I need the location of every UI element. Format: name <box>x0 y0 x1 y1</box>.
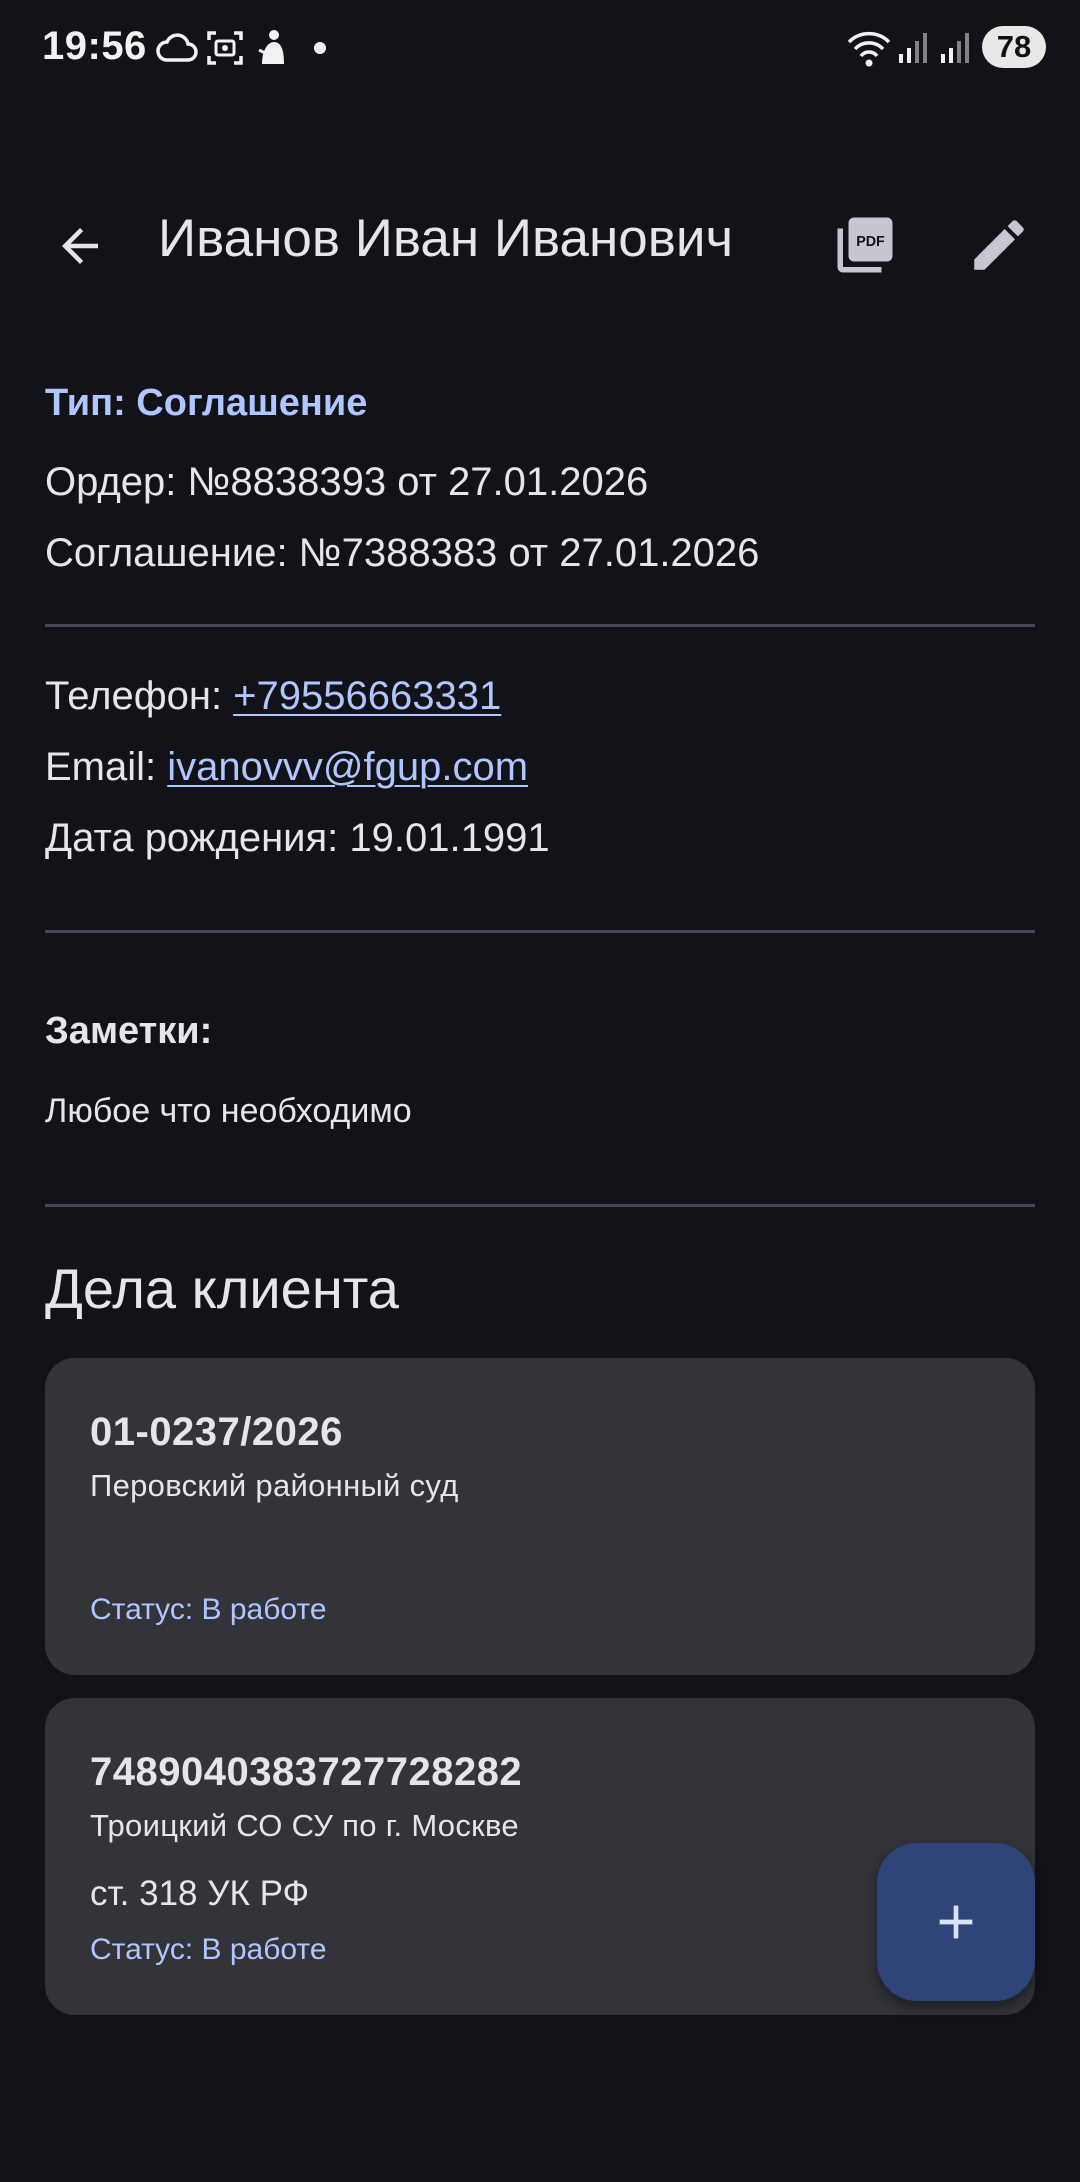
client-type: Тип: Соглашение <box>45 382 368 424</box>
phone-link[interactable]: +79556663331 <box>233 674 501 718</box>
case-card[interactable]: 01-0237/2026 Перовский районный суд Стат… <box>45 1358 1035 1675</box>
phone-row: Телефон: +79556663331 <box>45 674 501 719</box>
screenshot-icon <box>207 31 243 65</box>
status-bar: 19:56 78 <box>0 0 1080 96</box>
pencil-icon <box>974 220 1024 270</box>
cases-section-title: Дела клиента <box>45 1257 399 1320</box>
case-number: 01-0237/2026 <box>90 1410 343 1454</box>
signal-icon <box>899 33 927 63</box>
case-court: Троицкий СО СУ по г. Москве <box>90 1808 519 1843</box>
case-court: Перовский районный суд <box>90 1468 459 1503</box>
add-case-button[interactable] <box>877 1843 1035 2001</box>
divider <box>45 930 1035 933</box>
page-title: Иванов Иван Иванович <box>158 209 734 268</box>
case-status: Статус: В работе <box>90 1933 327 1966</box>
birth-date: Дата рождения: 19.01.1991 <box>45 816 550 860</box>
notes-text: Любое что необходимо <box>45 1092 412 1130</box>
divider <box>45 1204 1035 1207</box>
signal-icon <box>941 33 969 63</box>
edit-button[interactable] <box>962 208 1038 284</box>
battery-level: 78 <box>982 26 1046 68</box>
svg-text:PDF: PDF <box>856 234 885 250</box>
arrow-back-icon <box>62 228 98 264</box>
notes-label: Заметки: <box>45 1010 213 1052</box>
cloud-icon <box>156 33 198 62</box>
pdf-icon: PDF <box>837 217 893 273</box>
status-time: 19:56 <box>42 24 147 68</box>
top-app-bar: Иванов Иван Иванович PDF <box>0 180 1080 300</box>
app-notification-icon <box>258 30 284 64</box>
back-button[interactable] <box>44 210 116 282</box>
plus-icon <box>939 1905 973 1939</box>
agreement-info: Соглашение: №7388383 от 27.01.2026 <box>45 531 760 575</box>
email-label: Email: <box>45 745 168 789</box>
order-info: Ордер: №8838393 от 27.01.2026 <box>45 460 649 504</box>
case-article: ст. 318 УК РФ <box>90 1874 310 1913</box>
phone-label: Телефон: <box>45 674 234 718</box>
notification-dot <box>314 42 326 54</box>
case-number: 7489040383727728282 <box>90 1750 523 1794</box>
case-status: Статус: В работе <box>90 1593 327 1626</box>
email-link[interactable]: ivanovvv@fgup.com <box>167 745 528 789</box>
divider <box>45 624 1035 627</box>
email-row: Email: ivanovvv@fgup.com <box>45 745 528 790</box>
client-details-screen: 19:56 78 Иванов Иван Иванович PDF Тип: С… <box>0 0 1080 2182</box>
wifi-icon <box>847 31 891 67</box>
export-pdf-button[interactable]: PDF <box>828 208 904 284</box>
